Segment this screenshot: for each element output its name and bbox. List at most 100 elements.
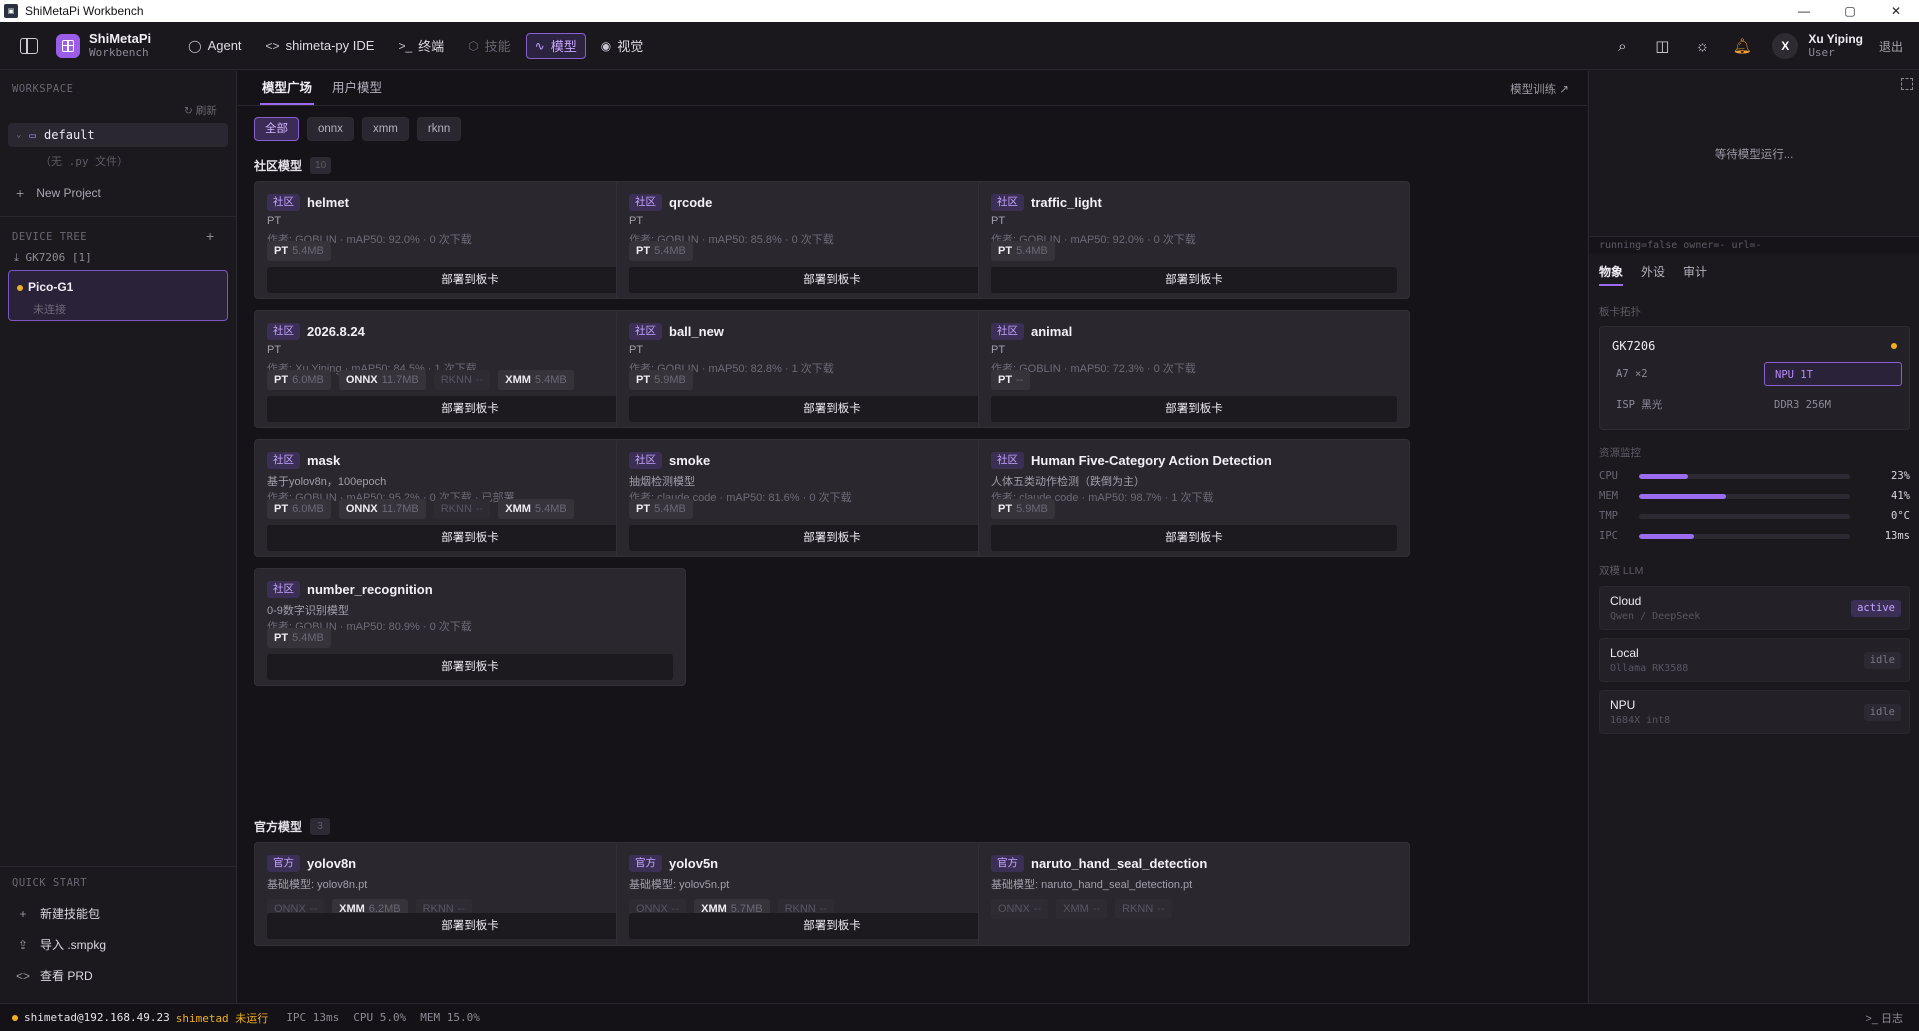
format-chip[interactable]: PT --: [991, 370, 1031, 390]
tab-user-models[interactable]: 用户模型: [322, 71, 392, 105]
close-button[interactable]: ✕: [1873, 0, 1919, 22]
device-group-gk7206[interactable]: ⤓ GK7206 [1]: [14, 251, 92, 265]
format-name: PT: [998, 245, 1013, 257]
sidebar-toggle-icon[interactable]: [20, 37, 38, 54]
new-project-button[interactable]: + New Project: [16, 185, 101, 201]
format-chip[interactable]: RKNN --: [433, 370, 491, 390]
theme-icon[interactable]: ☼: [1682, 38, 1722, 55]
workspace-item-default[interactable]: ⌄ ▭ default: [8, 123, 228, 147]
model-training-link[interactable]: 模型训练 ↗: [1510, 81, 1569, 97]
format-name: XMM: [505, 503, 531, 515]
format-chip[interactable]: PT 6.0MB: [267, 499, 331, 519]
nav-models[interactable]: ∿ 模型: [525, 32, 586, 59]
bell-icon[interactable]: 🔔︎: [1722, 37, 1762, 55]
format-size: 5.9MB: [654, 374, 686, 386]
format-chip[interactable]: PT 6.0MB: [267, 370, 331, 390]
llm-item-npu[interactable]: NPU 1684X int8 idle: [1599, 690, 1910, 734]
format-chip[interactable]: PT 5.4MB: [267, 241, 331, 261]
device-tree-label: DEVICE TREE: [12, 231, 88, 243]
llm-name: Local: [1610, 646, 1639, 660]
filter-onnx[interactable]: onnx: [307, 117, 354, 141]
eye-icon: ◉: [600, 38, 612, 53]
tab-audit[interactable]: 审计: [1683, 263, 1707, 286]
chevron-down-icon: ⌄: [16, 130, 22, 140]
format-chip[interactable]: PT 5.4MB: [267, 628, 331, 648]
search-icon[interactable]: ⌕: [1602, 38, 1642, 55]
official-badge: 官方: [629, 855, 662, 872]
format-chip[interactable]: PT 5.9MB: [991, 499, 1055, 519]
device-item-pico[interactable]: Pico-G1 未连接: [8, 270, 228, 321]
nav-terminal[interactable]: >_ 终端: [389, 33, 453, 59]
expand-icon[interactable]: [1901, 78, 1913, 90]
llm-item-cloud[interactable]: Cloud Qwen / DeepSeek active: [1599, 586, 1910, 630]
nav-skills[interactable]: ⬡ 技能: [459, 33, 520, 59]
model-name: smoke: [669, 453, 711, 468]
import-smpkg-button[interactable]: ⇪ 导入 .smpkg: [16, 936, 106, 953]
format-chip[interactable]: ONNX 11.7MB: [338, 499, 426, 519]
format-chip[interactable]: XMM --: [1056, 899, 1108, 919]
deploy-button[interactable]: 部署到板卡: [267, 396, 673, 422]
format-chip[interactable]: PT 5.4MB: [629, 241, 693, 261]
format-chip[interactable]: PT 5.4MB: [991, 241, 1055, 261]
deploy-button[interactable]: 部署到板卡: [629, 913, 1035, 939]
nav-agent[interactable]: ◯ Agent: [179, 33, 250, 59]
avatar: X: [1772, 33, 1799, 59]
format-chip[interactable]: XMM 5.4MB: [498, 370, 574, 390]
view-prd-button[interactable]: <> 查看 PRD: [16, 967, 93, 984]
format-chip[interactable]: XMM 5.4MB: [498, 499, 574, 519]
code-icon: <>: [16, 968, 31, 983]
minimize-button[interactable]: —: [1781, 0, 1827, 22]
filter-xmm[interactable]: xmm: [361, 117, 409, 141]
deploy-button[interactable]: 部署到板卡: [267, 913, 673, 939]
nav-ide[interactable]: <> shimeta-py IDE: [257, 33, 384, 59]
deploy-button[interactable]: 部署到板卡: [267, 267, 673, 293]
resource-monitor-label: 资源监控: [1599, 447, 1641, 459]
llm-name: NPU: [1610, 698, 1636, 712]
format-chip[interactable]: RKNN --: [1115, 899, 1172, 919]
filter-rknn[interactable]: rknn: [416, 117, 462, 141]
status-cpu: CPU 5.0%: [353, 1011, 407, 1024]
deploy-button[interactable]: 部署到板卡: [991, 396, 1397, 422]
deploy-button[interactable]: 部署到板卡: [267, 525, 673, 551]
model-name: helmet: [307, 195, 349, 210]
maximize-button[interactable]: ▢: [1827, 0, 1873, 22]
status-service: shimetad 未运行: [175, 1011, 269, 1025]
panel-toggle-icon[interactable]: ◫: [1642, 37, 1682, 55]
tab-objects[interactable]: 物象: [1599, 263, 1624, 286]
format-chip[interactable]: ONNX --: [991, 899, 1049, 919]
format-chip[interactable]: PT 5.9MB: [629, 370, 693, 390]
deploy-button[interactable]: 部署到板卡: [267, 654, 673, 680]
deploy-button[interactable]: 部署到板卡: [991, 525, 1397, 551]
format-chip[interactable]: PT 5.4MB: [629, 499, 693, 519]
deploy-button[interactable]: 部署到板卡: [629, 267, 1035, 293]
tab-peripherals[interactable]: 外设: [1641, 263, 1665, 286]
deploy-button[interactable]: 部署到板卡: [629, 396, 1035, 422]
model-name: 2026.8.24: [307, 324, 365, 339]
log-button[interactable]: >_ 日志: [1865, 1010, 1903, 1026]
nav-vision[interactable]: ◉ 视觉: [592, 33, 653, 59]
deploy-button[interactable]: 部署到板卡: [629, 525, 1035, 551]
deploy-button[interactable]: 部署到板卡: [991, 267, 1397, 293]
format-filters: 全部 onnx xmm rknn: [254, 117, 469, 141]
format-name: PT: [998, 374, 1013, 386]
llm-sub: Qwen / DeepSeek: [1610, 611, 1701, 622]
tab-model-market[interactable]: 模型广场: [252, 71, 322, 105]
official-models-title: 官方模型 3: [254, 818, 331, 835]
llm-name: Cloud: [1610, 594, 1642, 608]
board-cell-npu[interactable]: NPU 1T: [1764, 362, 1902, 386]
format-name: RKNN: [440, 503, 472, 515]
official-badge: 官方: [991, 855, 1024, 872]
filter-all[interactable]: 全部: [254, 117, 299, 141]
format-chip[interactable]: RKNN --: [433, 499, 491, 519]
new-skill-button[interactable]: + 新建技能包: [16, 905, 100, 922]
logout-button[interactable]: 退出: [1879, 38, 1903, 55]
llm-item-local[interactable]: Local Ollama RK3588 idle: [1599, 638, 1910, 682]
format-chip[interactable]: ONNX 11.7MB: [338, 370, 426, 390]
user-menu[interactable]: X Xu Yiping User: [1772, 32, 1863, 60]
meter-label: TMP: [1599, 510, 1618, 522]
format-list: PT 5.4MB: [629, 241, 701, 261]
model-description: 人体五类动作检测（跌倒为主）: [991, 476, 1145, 488]
add-device-button[interactable]: +: [206, 228, 214, 244]
board-cell-cpu: A7 ×2: [1616, 368, 1648, 380]
refresh-button[interactable]: ↻ 刷新: [184, 103, 217, 118]
